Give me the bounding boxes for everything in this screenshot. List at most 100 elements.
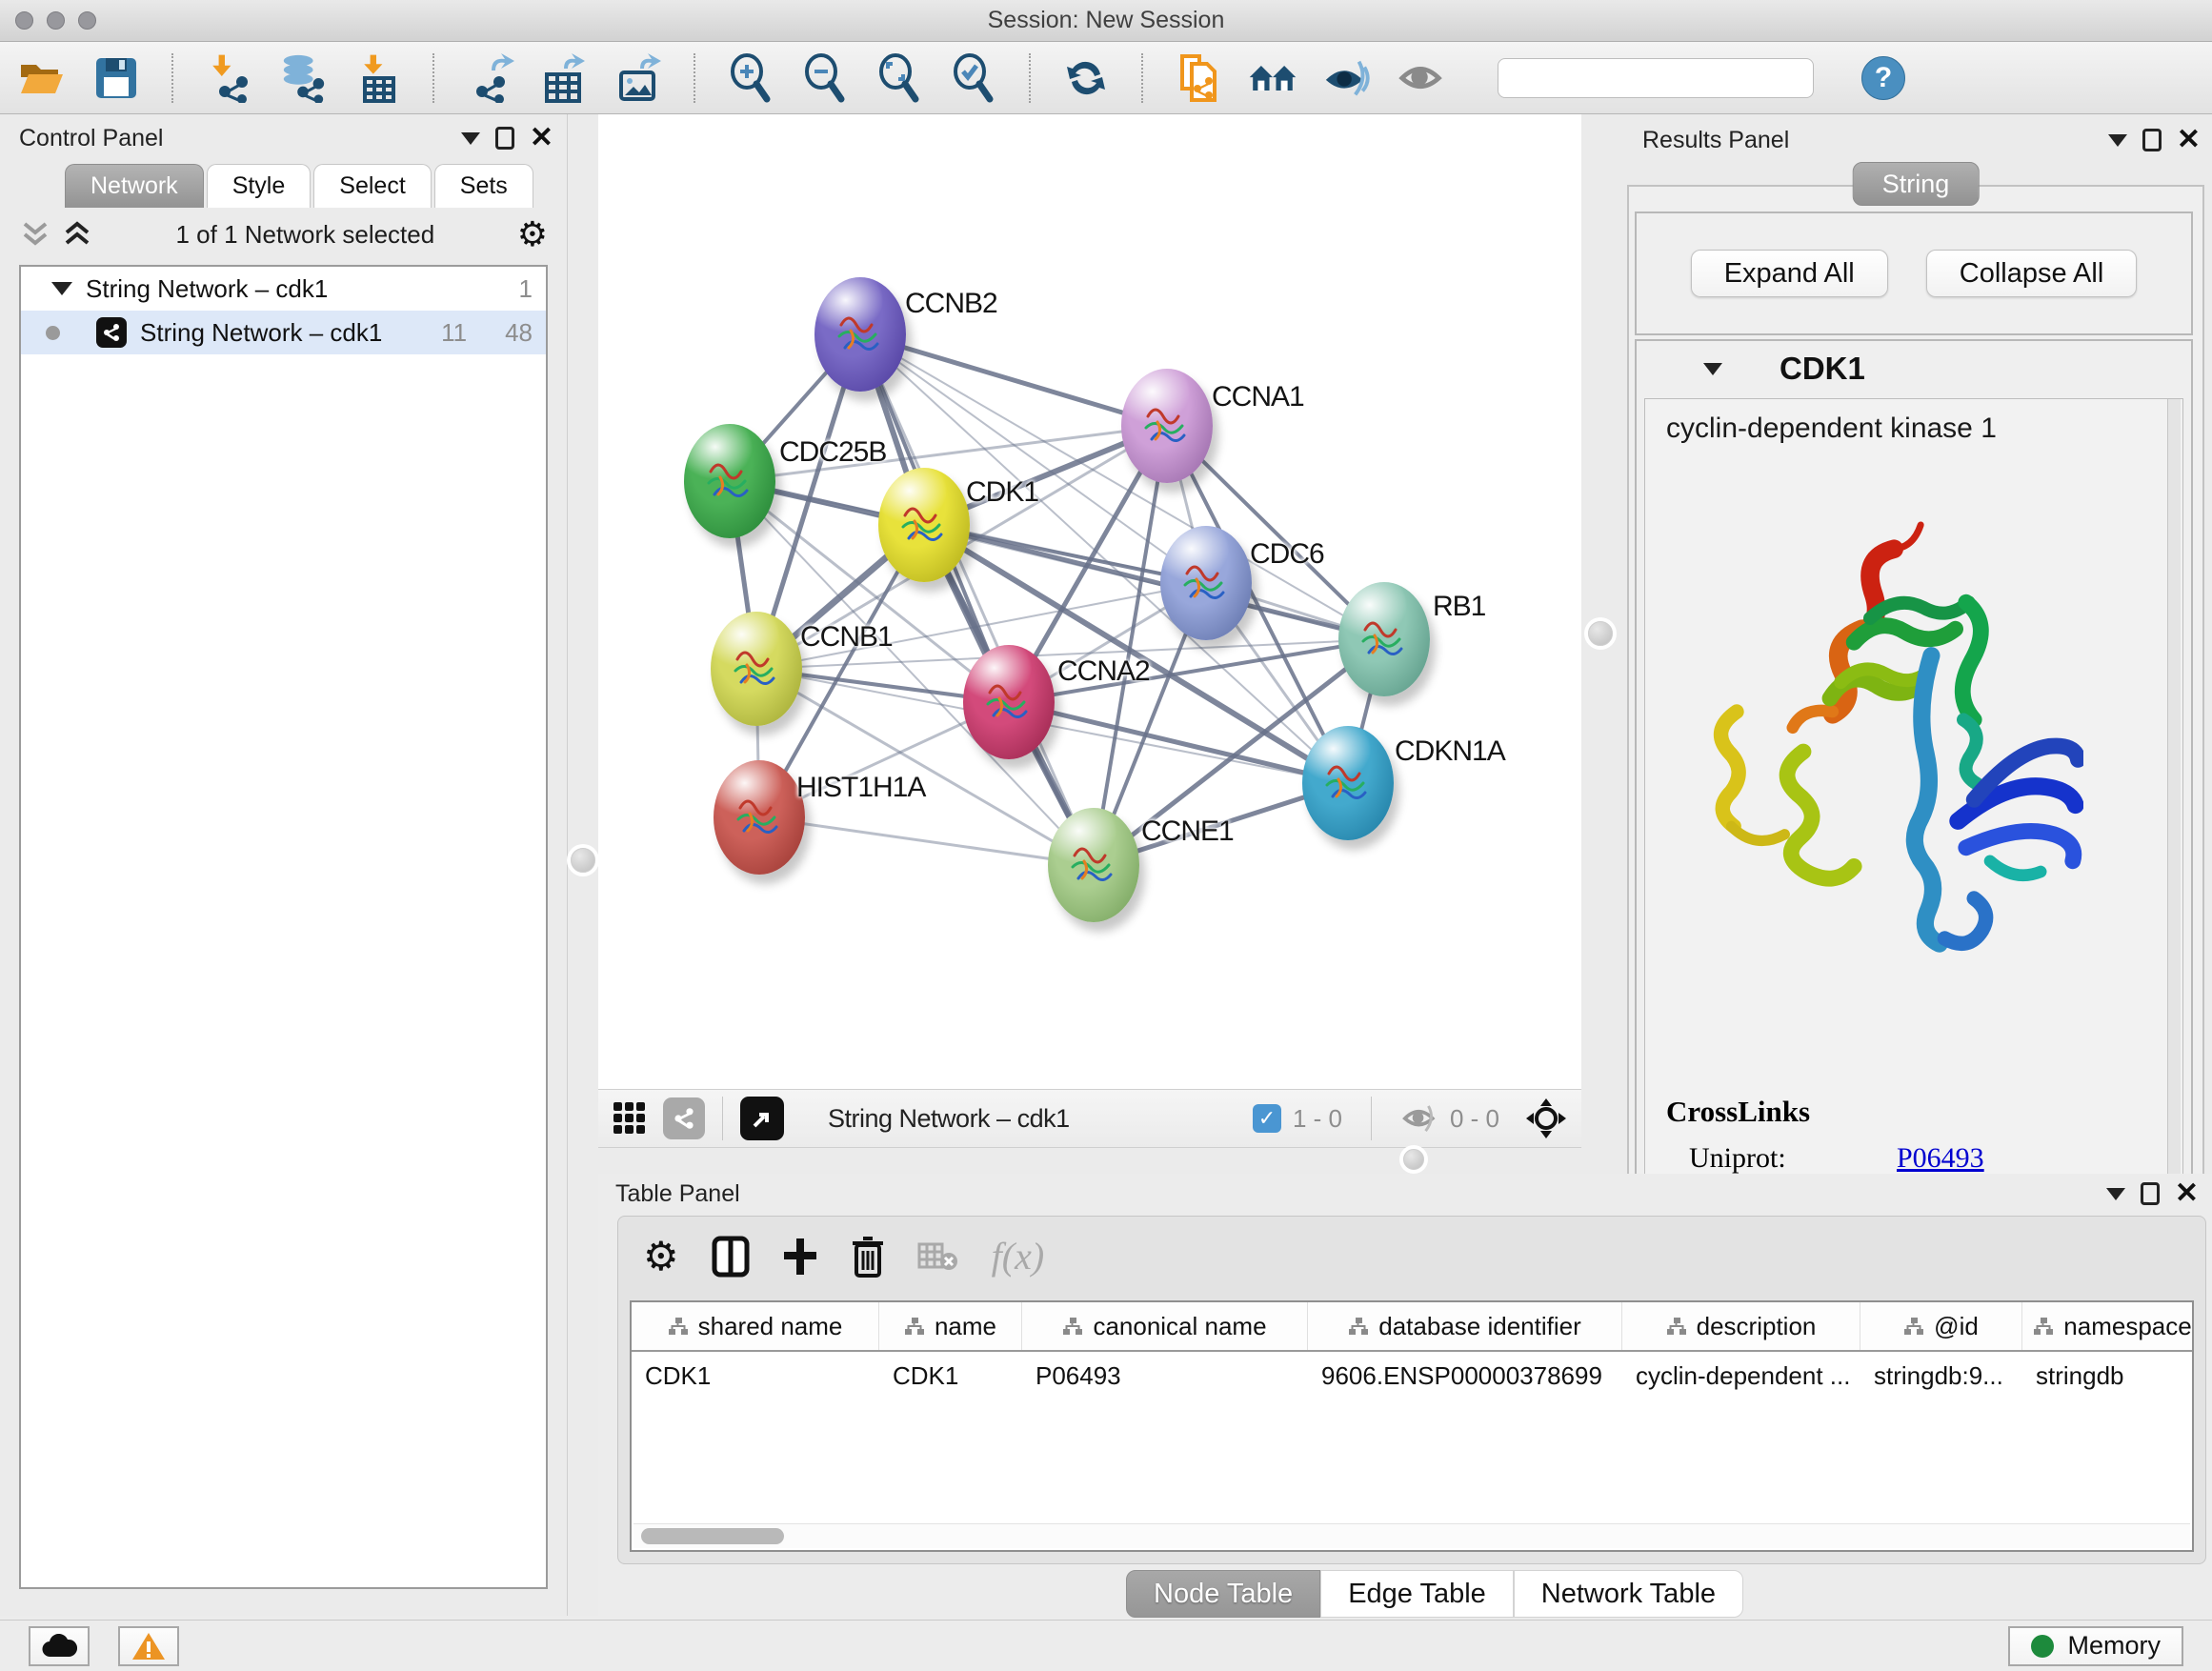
cloud-icon bbox=[41, 1634, 77, 1659]
export-image-button[interactable] bbox=[613, 53, 663, 103]
table-panel: Table Panel ✕ ⚙ bbox=[600, 1174, 2212, 1620]
close-window-button[interactable] bbox=[15, 11, 33, 30]
network-view[interactable]: CCNB2CCNA1CDC25BCDK1CDC6RB1CCNB1CCNA2CDK… bbox=[598, 114, 1581, 1089]
panel-close-icon[interactable]: ✕ bbox=[2177, 126, 2201, 154]
right-splitter-handle[interactable] bbox=[1588, 621, 1613, 646]
import-table-file-button[interactable] bbox=[352, 53, 402, 103]
open-in-browser-button[interactable] bbox=[740, 1097, 784, 1140]
panel-float-icon[interactable] bbox=[2141, 1182, 2160, 1205]
tab-node-table[interactable]: Node Table bbox=[1126, 1570, 1320, 1618]
column-header-canonical-name[interactable]: canonical name bbox=[1022, 1302, 1308, 1350]
table-cell: stringdb:9... bbox=[1860, 1352, 2022, 1399]
hide-selected-button[interactable] bbox=[1322, 53, 1372, 103]
delete-column-icon[interactable] bbox=[851, 1236, 885, 1278]
import-network-database-button[interactable] bbox=[278, 53, 328, 103]
network-node-cdk1[interactable] bbox=[878, 468, 970, 582]
network-node-ccne1[interactable] bbox=[1048, 808, 1139, 922]
table-options-gear-icon[interactable]: ⚙ bbox=[643, 1237, 679, 1277]
table-hscroll-thumb[interactable] bbox=[641, 1528, 784, 1544]
tab-sets[interactable]: Sets bbox=[434, 164, 533, 208]
panel-close-icon[interactable]: ✕ bbox=[2175, 1179, 2199, 1208]
column-header-database-identifier[interactable]: database identifier bbox=[1308, 1302, 1622, 1350]
zoom-selected-button[interactable] bbox=[949, 53, 998, 103]
column-header-shared-name[interactable]: shared name bbox=[632, 1302, 879, 1350]
fit-content-crosshair-icon[interactable] bbox=[1524, 1097, 1568, 1140]
expand-all-networks-icon[interactable] bbox=[19, 220, 51, 249]
refresh-view-button[interactable] bbox=[1061, 53, 1111, 103]
column-header-name[interactable]: name bbox=[879, 1302, 1022, 1350]
collapse-all-button[interactable]: Collapse All bbox=[1926, 250, 2138, 297]
crosslink-row: Uniprot:P06493 bbox=[1666, 1142, 2167, 1175]
network-row[interactable]: String Network – cdk1 11 48 bbox=[21, 311, 546, 354]
export-network-button[interactable] bbox=[465, 53, 514, 103]
toolbar-separator bbox=[694, 53, 695, 103]
column-header--id[interactable]: @id bbox=[1860, 1302, 2022, 1350]
left-splitter[interactable] bbox=[568, 114, 598, 1616]
show-columns-icon[interactable] bbox=[712, 1236, 750, 1278]
tab-edge-table[interactable]: Edge Table bbox=[1320, 1570, 1514, 1618]
network-collection-row[interactable]: String Network – cdk1 1 bbox=[21, 267, 546, 311]
table-hscrollbar[interactable] bbox=[633, 1523, 2190, 1548]
column-header-namespace[interactable]: namespace bbox=[2022, 1302, 2194, 1350]
zoom-fit-button[interactable] bbox=[875, 53, 924, 103]
panel-menu-icon[interactable] bbox=[2108, 134, 2127, 147]
tab-select[interactable]: Select bbox=[313, 164, 431, 208]
memory-button[interactable]: Memory bbox=[2008, 1626, 2183, 1666]
right-splitter[interactable] bbox=[1581, 114, 1619, 1174]
tab-network-table[interactable]: Network Table bbox=[1514, 1570, 1743, 1618]
network-options-gear-icon[interactable]: ⚙ bbox=[517, 217, 548, 252]
import-table-icon bbox=[353, 53, 401, 103]
panel-float-icon[interactable] bbox=[495, 127, 514, 150]
left-splitter-handle[interactable] bbox=[571, 848, 595, 873]
expand-all-button[interactable]: Expand All bbox=[1691, 250, 1888, 297]
crosslink-label: Uniprot: bbox=[1666, 1142, 1897, 1175]
network-node-ccnb1[interactable] bbox=[711, 612, 802, 726]
node-table[interactable]: shared namenamecanonical namedatabase id… bbox=[630, 1300, 2194, 1552]
duplicate-network-button[interactable] bbox=[1174, 53, 1223, 103]
tab-style[interactable]: Style bbox=[207, 164, 312, 208]
panel-menu-icon[interactable] bbox=[2106, 1188, 2125, 1200]
collapse-triangle-icon[interactable] bbox=[51, 282, 72, 295]
save-session-button[interactable] bbox=[91, 53, 141, 103]
export-table-button[interactable] bbox=[539, 53, 589, 103]
network-node-cdc6[interactable] bbox=[1160, 526, 1252, 640]
crosslink-link[interactable]: P06493 bbox=[1897, 1142, 1984, 1175]
export-image-icon bbox=[613, 53, 663, 103]
network-node-cdc25b[interactable] bbox=[684, 424, 775, 538]
network-node-ccna1[interactable] bbox=[1121, 369, 1213, 483]
warnings-button[interactable] bbox=[118, 1626, 179, 1666]
show-all-button[interactable] bbox=[1397, 53, 1446, 103]
collapse-all-networks-icon[interactable] bbox=[61, 220, 93, 249]
network-node-hist1h1a[interactable] bbox=[714, 760, 805, 875]
selected-checkbox-icon[interactable]: ✓ bbox=[1253, 1104, 1281, 1133]
help-button[interactable]: ? bbox=[1861, 56, 1905, 100]
panel-close-icon[interactable]: ✕ bbox=[530, 124, 553, 152]
panel-float-icon[interactable] bbox=[2142, 129, 2162, 151]
panel-menu-icon[interactable] bbox=[461, 132, 480, 145]
network-share-button[interactable] bbox=[663, 1097, 705, 1139]
tab-network[interactable]: Network bbox=[65, 164, 204, 208]
table-row[interactable]: CDK1CDK1P064939606.ENSP00000378699cyclin… bbox=[632, 1352, 2192, 1399]
section-collapse-icon[interactable] bbox=[1703, 363, 1722, 375]
grid-overview-icon[interactable] bbox=[612, 1100, 648, 1137]
zoom-in-button[interactable] bbox=[726, 53, 775, 103]
import-network-file-button[interactable] bbox=[204, 53, 253, 103]
search-input[interactable] bbox=[1516, 65, 1811, 91]
column-header-description[interactable]: description bbox=[1622, 1302, 1860, 1350]
add-column-icon[interactable] bbox=[782, 1237, 818, 1277]
first-neighbors-button[interactable] bbox=[1248, 53, 1297, 103]
node-label-cdk1: CDK1 bbox=[966, 476, 1038, 509]
open-session-button[interactable] bbox=[17, 53, 67, 103]
network-node-ccnb2[interactable] bbox=[814, 277, 906, 392]
string-tab[interactable]: String bbox=[1853, 162, 1980, 206]
maximize-window-button[interactable] bbox=[78, 11, 96, 30]
bottom-splitter-handle[interactable] bbox=[1403, 1149, 1424, 1170]
results-scrollbar[interactable] bbox=[2167, 399, 2181, 1201]
minimize-window-button[interactable] bbox=[47, 11, 65, 30]
cloud-tasks-button[interactable] bbox=[29, 1626, 90, 1666]
network-node-rb1[interactable] bbox=[1338, 582, 1430, 696]
network-node-ccna2[interactable] bbox=[963, 645, 1055, 759]
network-node-cdkn1a[interactable] bbox=[1302, 726, 1394, 840]
zoom-out-button[interactable] bbox=[800, 53, 850, 103]
cdk1-section-header[interactable]: CDK1 bbox=[1637, 341, 2191, 396]
